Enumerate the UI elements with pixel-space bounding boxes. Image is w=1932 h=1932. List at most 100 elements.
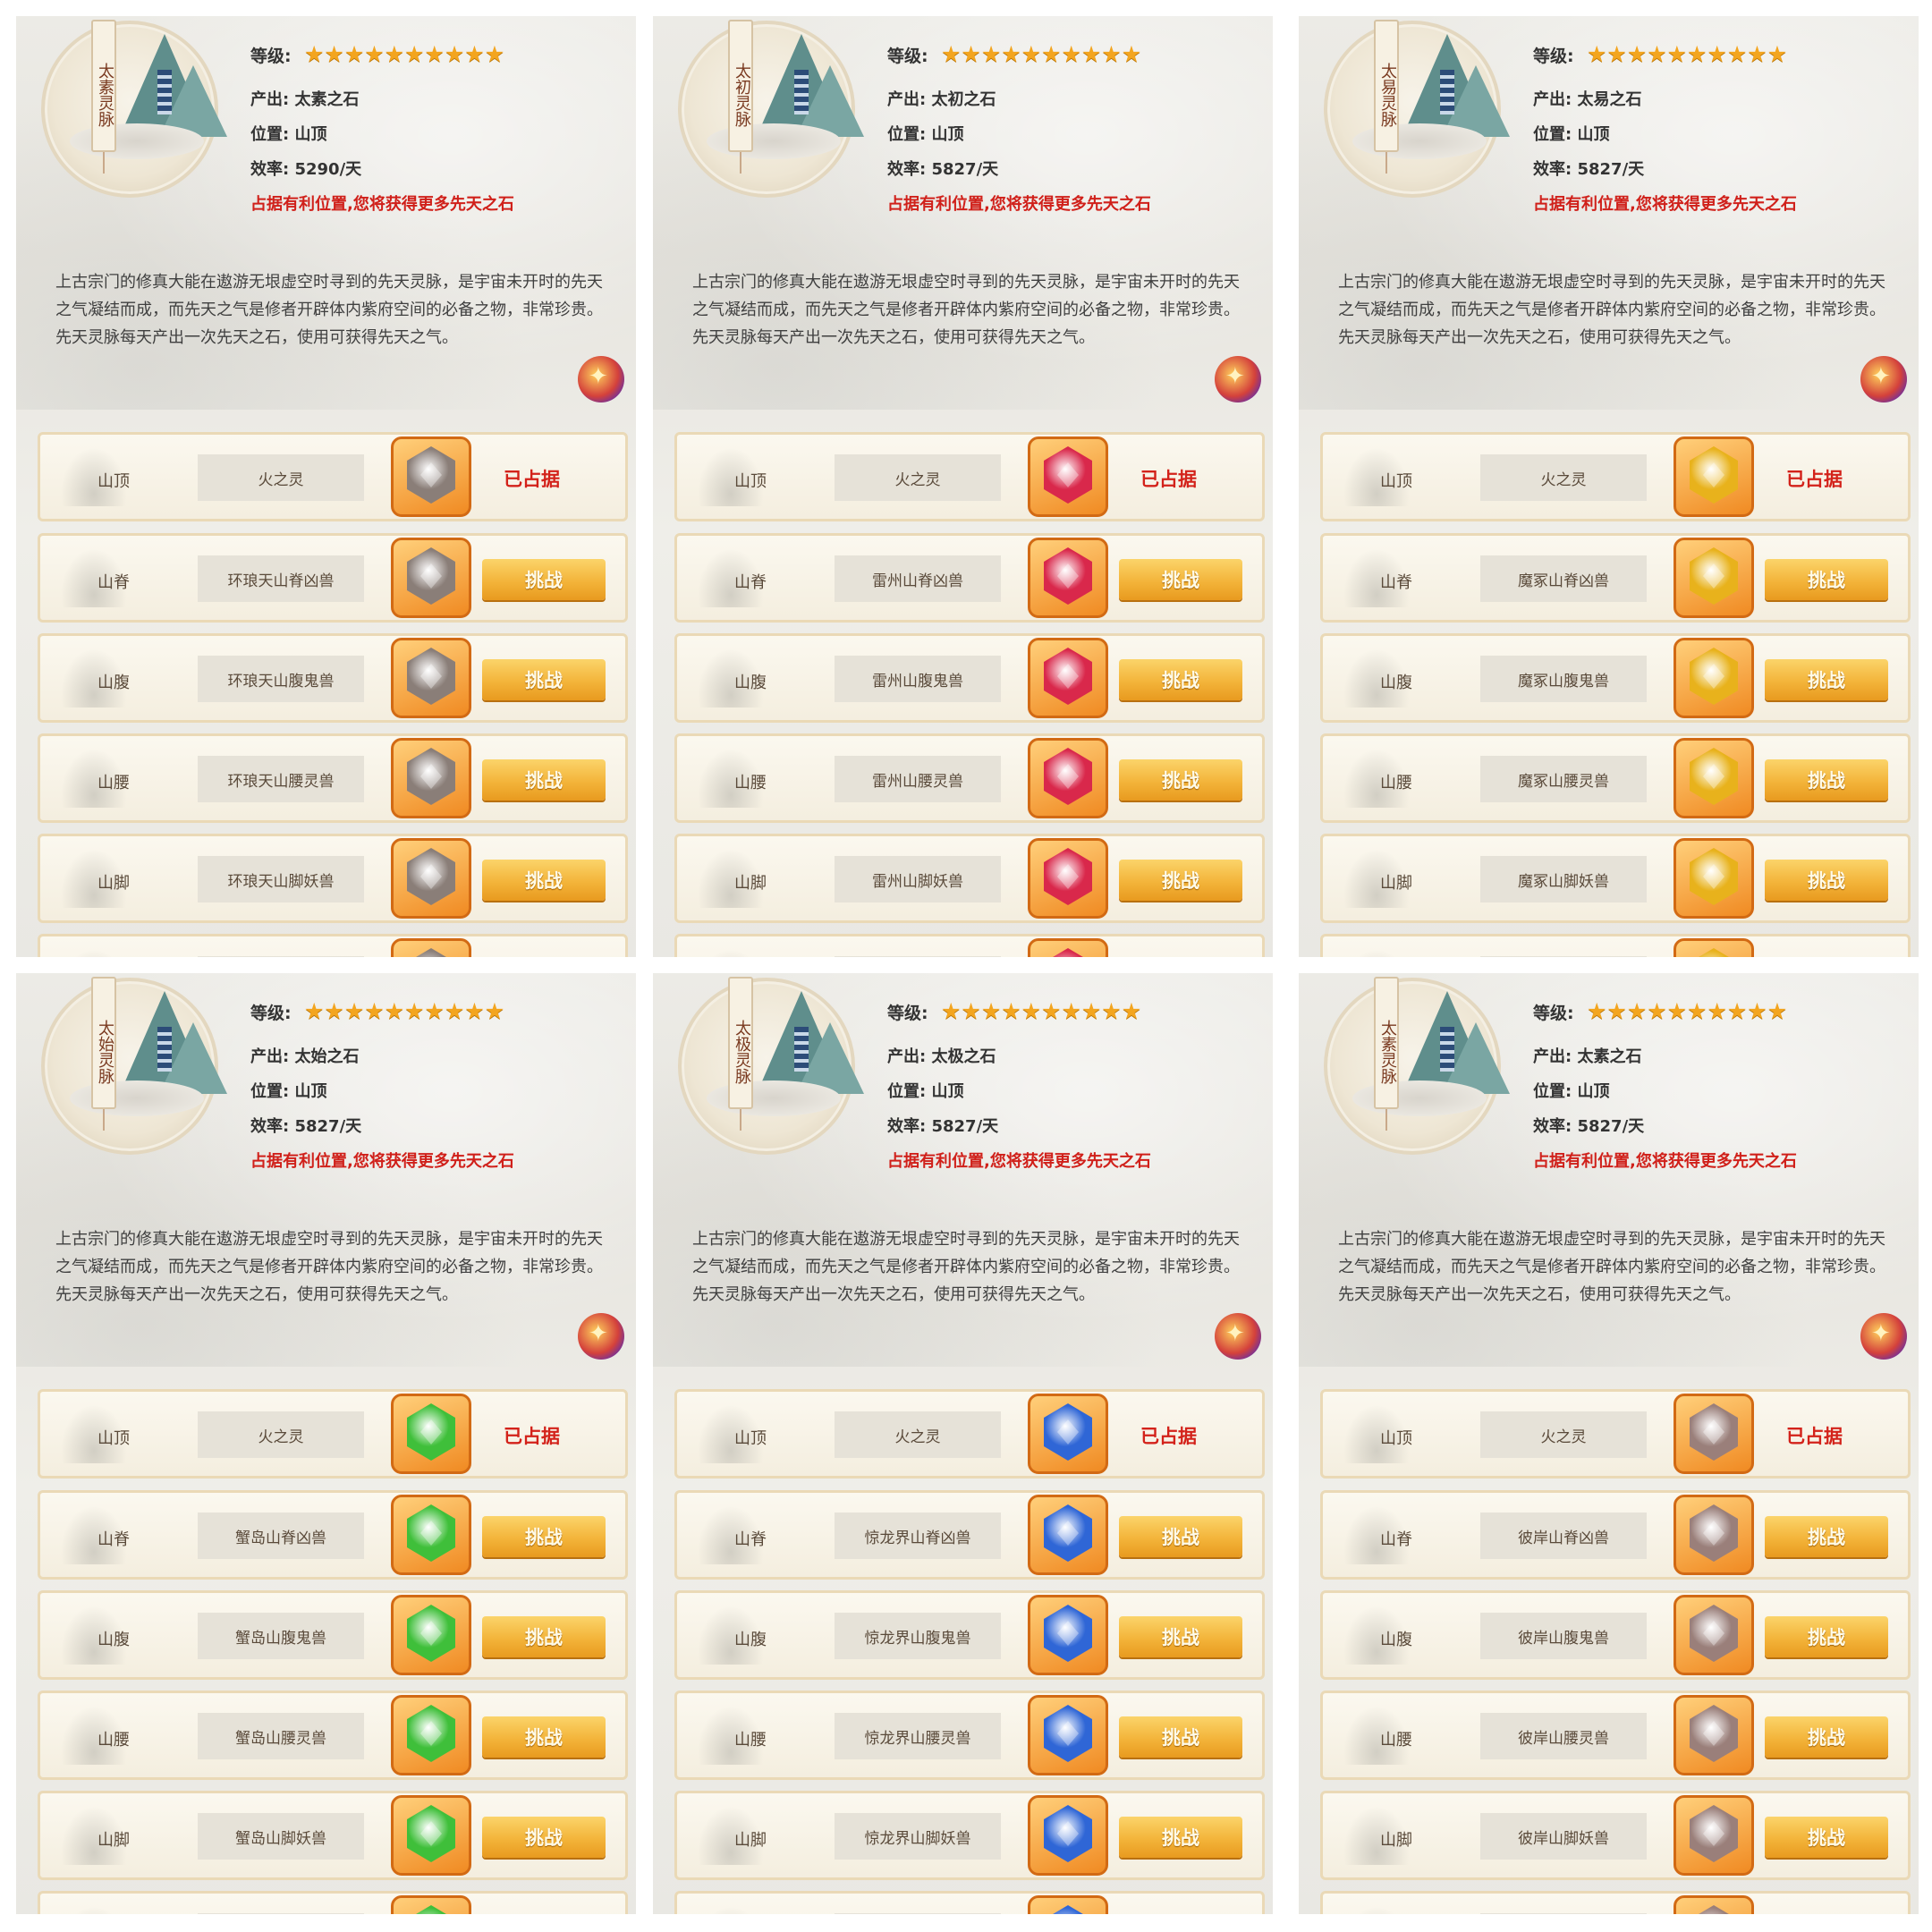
- vein-slot-row: 山脊 蟹岛山脊凶兽 挑战: [38, 1490, 628, 1580]
- challenge-button[interactable]: 挑战: [482, 1817, 606, 1858]
- challenge-button[interactable]: 挑战: [1119, 1716, 1242, 1758]
- output-value: 太易之石: [1577, 90, 1642, 109]
- challenge-button[interactable]: 挑战: [1765, 1817, 1888, 1858]
- slot-occupant: 环琅天山腰灵兽: [198, 756, 364, 802]
- stone-reward-icon[interactable]: [1674, 436, 1754, 517]
- stone-reward-icon[interactable]: [1028, 638, 1108, 718]
- pagoda-icon: [157, 70, 172, 114]
- stone-reward-icon[interactable]: [391, 436, 471, 517]
- challenge-button[interactable]: 挑战: [1765, 1616, 1888, 1657]
- stone-reward-icon[interactable]: [391, 938, 471, 957]
- stone-reward-icon[interactable]: [391, 1895, 471, 1914]
- gem-icon: [1690, 1504, 1738, 1562]
- stone-reward-icon[interactable]: [1674, 1895, 1754, 1914]
- level-stars: ★★★★★★★★★★: [304, 41, 505, 67]
- slot-occupant: 沿东宫灵兽: [198, 1913, 364, 1914]
- slot-occupant: 雷州山脚妖兽: [835, 856, 1001, 902]
- stone-reward-icon[interactable]: [1674, 1394, 1754, 1474]
- stone-reward-icon[interactable]: [391, 1495, 471, 1575]
- slot-location: 山脊: [1380, 1530, 1412, 1549]
- challenge-button[interactable]: 挑战: [482, 659, 606, 700]
- slot-location: 山腹: [1380, 674, 1412, 692]
- stone-reward-icon[interactable]: [1674, 538, 1754, 618]
- slot-location: 山脊: [97, 1530, 130, 1549]
- slot-location: 山腹: [734, 1631, 767, 1649]
- occupied-status: 已占据: [1140, 468, 1197, 490]
- challenge-button[interactable]: 挑战: [1119, 860, 1242, 901]
- efficiency-label: 效率:: [887, 1117, 927, 1136]
- stone-reward-icon[interactable]: [1028, 1895, 1108, 1914]
- stone-reward-icon[interactable]: [391, 1394, 471, 1474]
- stone-reward-icon[interactable]: [1028, 1495, 1108, 1575]
- stone-reward-icon[interactable]: [1028, 1695, 1108, 1775]
- stone-reward-icon[interactable]: [391, 538, 471, 618]
- gourd-symbol: ✦: [589, 1320, 608, 1347]
- slot-occupant: 魔冢山脚妖兽: [1480, 856, 1647, 902]
- vein-slot-row: 山腹 环琅天山腹鬼兽 挑战: [38, 633, 628, 723]
- vein-slot-row: 山脊 环琅天山脊凶兽 挑战: [38, 533, 628, 623]
- slot-occupant: 魔冢山腹鬼兽: [1480, 656, 1647, 702]
- vein-panel: 太始灵脉 等级: ★★★★★★★★★★ 产出: 太始之石 位置: 山顶 效率: 5827/…: [16, 973, 636, 1914]
- challenge-button[interactable]: 挑战: [1119, 659, 1242, 700]
- stone-reward-icon[interactable]: [1028, 838, 1108, 919]
- vein-vertical-title: 太易灵脉: [1374, 20, 1399, 174]
- vein-slot-row: 山腰 惊龙界山腰灵兽 挑战: [674, 1690, 1265, 1780]
- stone-reward-icon[interactable]: [1028, 1595, 1108, 1675]
- stone-reward-icon[interactable]: [391, 638, 471, 718]
- challenge-button[interactable]: 挑战: [1119, 1516, 1242, 1557]
- level-stars: ★★★★★★★★★★: [1587, 41, 1788, 67]
- slot-location: 山脚: [1380, 1831, 1412, 1850]
- challenge-button[interactable]: 挑战: [482, 1516, 606, 1557]
- stone-reward-icon[interactable]: [1028, 538, 1108, 618]
- level-label: 等级:: [1533, 47, 1574, 66]
- gem-icon: [407, 1705, 455, 1762]
- challenge-button[interactable]: 挑战: [482, 1716, 606, 1758]
- vein-vertical-title: 太素灵脉: [91, 20, 116, 174]
- vein-slot-row: 山腰 雷州山腰灵兽 挑战: [674, 733, 1265, 823]
- challenge-button[interactable]: 挑战: [1119, 759, 1242, 801]
- gem-icon: [1690, 848, 1738, 905]
- output-row: 产出: 太素之石: [250, 87, 359, 110]
- stone-reward-icon[interactable]: [1028, 938, 1108, 957]
- gem-icon: [1690, 1605, 1738, 1662]
- stone-reward-icon[interactable]: [1674, 1695, 1754, 1775]
- challenge-button[interactable]: 挑战: [482, 559, 606, 600]
- stone-reward-icon[interactable]: [391, 738, 471, 818]
- stone-reward-icon[interactable]: [1028, 1394, 1108, 1474]
- occupied-status: 已占据: [1140, 1425, 1197, 1447]
- stone-reward-icon[interactable]: [1674, 838, 1754, 919]
- challenge-button[interactable]: 挑战: [482, 1616, 606, 1657]
- challenge-button[interactable]: 挑战: [1119, 1817, 1242, 1858]
- challenge-button[interactable]: 挑战: [1119, 559, 1242, 600]
- challenge-button[interactable]: 挑战: [1119, 1616, 1242, 1657]
- stone-reward-icon[interactable]: [1674, 1495, 1754, 1575]
- stone-reward-icon[interactable]: [391, 1795, 471, 1876]
- efficiency-label: 效率:: [1533, 1117, 1572, 1136]
- stone-reward-icon[interactable]: [1674, 1595, 1754, 1675]
- stone-reward-icon[interactable]: [391, 1695, 471, 1775]
- gem-icon: [407, 547, 455, 605]
- stone-reward-icon[interactable]: [1028, 738, 1108, 818]
- challenge-button[interactable]: 挑战: [1765, 860, 1888, 901]
- stone-reward-icon[interactable]: [1674, 938, 1754, 957]
- gourd-symbol: ✦: [1871, 1320, 1891, 1347]
- vein-slot-row: 山脊 魔冢山脊凶兽 挑战: [1320, 533, 1911, 623]
- stone-reward-icon[interactable]: [391, 1595, 471, 1675]
- challenge-button[interactable]: 挑战: [1765, 1716, 1888, 1758]
- stone-reward-icon[interactable]: [391, 838, 471, 919]
- challenge-button[interactable]: 挑战: [1765, 1516, 1888, 1557]
- gem-icon: [1044, 1805, 1092, 1862]
- stone-reward-icon[interactable]: [1674, 638, 1754, 718]
- efficiency-row: 效率: 5827/天: [887, 1114, 998, 1137]
- output-label: 产出:: [250, 90, 290, 109]
- challenge-button[interactable]: 挑战: [1765, 659, 1888, 700]
- stone-reward-icon[interactable]: [1028, 436, 1108, 517]
- challenge-button[interactable]: 挑战: [1765, 759, 1888, 801]
- stone-reward-icon[interactable]: [1674, 1795, 1754, 1876]
- vein-vertical-title: 太始灵脉: [91, 977, 116, 1131]
- challenge-button[interactable]: 挑战: [482, 759, 606, 801]
- stone-reward-icon[interactable]: [1028, 1795, 1108, 1876]
- challenge-button[interactable]: 挑战: [482, 860, 606, 901]
- stone-reward-icon[interactable]: [1674, 738, 1754, 818]
- challenge-button[interactable]: 挑战: [1765, 559, 1888, 600]
